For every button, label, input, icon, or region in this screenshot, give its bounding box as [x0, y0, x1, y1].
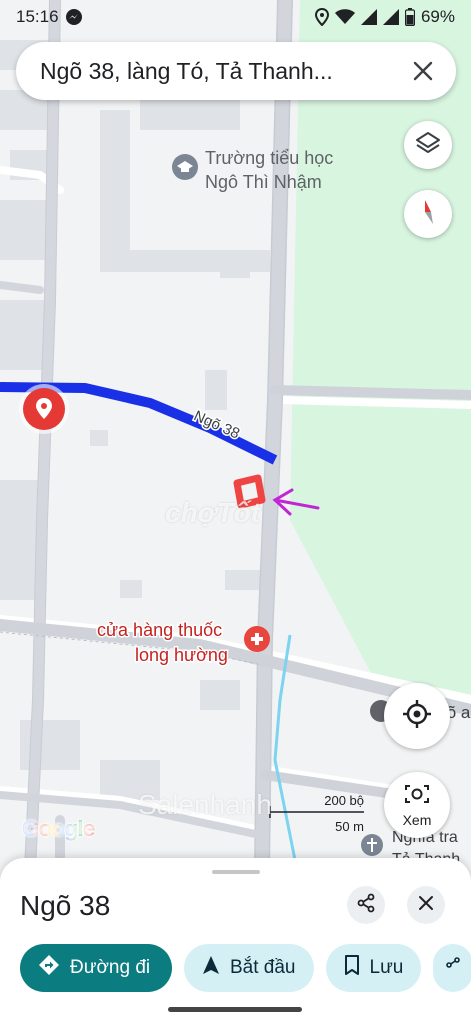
school-label: Trường tiểu học [205, 148, 333, 168]
search-query[interactable]: Ngõ 38, làng Tó, Tả Thanh... [40, 58, 398, 85]
pharmacy-poi-icon[interactable] [244, 626, 270, 652]
pharmacy-label-2: long hường [135, 645, 228, 665]
navigation-arrow-icon [202, 955, 220, 981]
search-bar[interactable]: Ngõ 38, làng Tó, Tả Thanh... [16, 42, 456, 100]
scale-metric: 50 m [335, 819, 364, 834]
close-sheet-button[interactable] [407, 886, 445, 924]
lens-button[interactable]: Xem [384, 772, 450, 838]
battery-percent: 69% [420, 7, 455, 26]
directions-icon [38, 954, 60, 982]
start-label: Bắt đầu [230, 957, 296, 978]
scale-labels: 200 bộ 50 m [258, 791, 368, 841]
google-logo: Google [22, 816, 95, 842]
compass-icon [416, 197, 440, 232]
my-location-button[interactable] [384, 683, 450, 749]
scale-imperial: 200 bộ [324, 793, 364, 808]
signal-icon-2 [382, 9, 399, 25]
place-bottom-sheet[interactable]: Ngõ 38 Đường đi Bắt đầu Lưu [0, 858, 471, 1024]
place-title: Ngõ 38 [20, 890, 111, 921]
action-chips: Đường đi Bắt đầu Lưu [20, 944, 471, 992]
pharmacy-label: cửa hàng thuốc [97, 620, 222, 640]
share-button[interactable] [347, 886, 385, 924]
bookmark-icon [344, 955, 360, 981]
camera-lens-icon [404, 783, 430, 810]
close-icon [418, 895, 434, 916]
status-time: 15:16 [16, 7, 59, 26]
start-button[interactable]: Bắt đầu [184, 944, 314, 992]
layers-button[interactable] [404, 121, 452, 169]
location-status-icon [314, 8, 329, 26]
school-poi-icon [172, 154, 198, 180]
directions-label: Đường đi [70, 957, 151, 978]
google-logo-text: Google [22, 816, 95, 841]
messenger-icon [65, 8, 83, 26]
save-label: Lưu [369, 957, 404, 978]
share-icon-partial [445, 957, 461, 979]
more-share-chip[interactable] [433, 944, 471, 992]
clear-search-close-icon[interactable] [408, 56, 438, 86]
compass-button[interactable] [404, 190, 452, 238]
red-pin-icon[interactable] [19, 384, 69, 434]
directions-button[interactable]: Đường đi [20, 944, 172, 992]
system-nav-handle[interactable] [168, 1007, 302, 1012]
lens-label: Xem [402, 811, 432, 828]
share-icon [356, 893, 376, 918]
wifi-icon [334, 9, 355, 25]
status-bar: 15:16 69% [0, 0, 471, 34]
layers-icon [415, 130, 441, 161]
my-location-icon [402, 699, 432, 734]
school-label-2: Ngô Thì Nhậm [205, 172, 322, 192]
signal-icon [360, 9, 377, 25]
save-button[interactable]: Lưu [325, 944, 422, 992]
sheet-drag-handle[interactable] [212, 870, 260, 874]
battery-icon [404, 8, 415, 26]
